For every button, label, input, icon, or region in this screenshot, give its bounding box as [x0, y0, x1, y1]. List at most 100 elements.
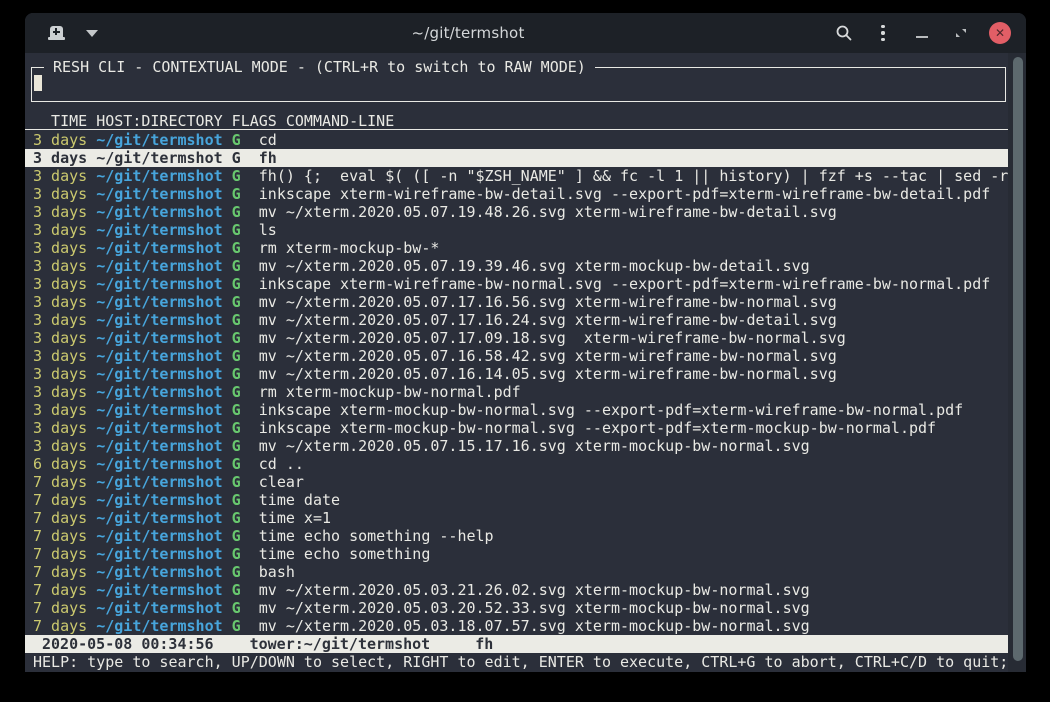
titlebar-right-controls: ✕ — [831, 20, 1026, 46]
row-time: 3 days — [33, 401, 87, 419]
row-command: cd — [241, 131, 277, 149]
row-time: 3 days — [33, 221, 87, 239]
row-flags: G — [223, 437, 241, 455]
restore-button[interactable] — [948, 20, 974, 46]
history-row[interactable]: 7 days ~/git/termshot G mv ~/xterm.2020.… — [25, 581, 1008, 599]
row-command: bash — [241, 563, 295, 581]
row-host-directory: ~/git/termshot — [87, 311, 222, 329]
row-flags: G — [223, 599, 241, 617]
close-button[interactable]: ✕ — [987, 20, 1013, 46]
row-command: inkscape xterm-wireframe-bw-detail.svg -… — [241, 185, 991, 203]
history-row[interactable]: 3 days ~/git/termshot G inkscape xterm-w… — [25, 275, 1008, 293]
row-flags: G — [223, 293, 241, 311]
row-time: 3 days — [33, 239, 87, 257]
row-time: 3 days — [33, 167, 87, 185]
row-host-directory: ~/git/termshot — [87, 527, 222, 545]
row-time: 3 days — [33, 275, 87, 293]
row-command: clear — [241, 473, 304, 491]
row-flags: G — [223, 545, 241, 563]
row-command: time echo something --help — [241, 527, 494, 545]
row-command: rm xterm-mockup-bw-normal.pdf — [241, 383, 521, 401]
history-row[interactable]: 3 days ~/git/termshot G mv ~/xterm.2020.… — [25, 329, 1008, 347]
row-flags: G — [223, 365, 241, 383]
row-time: 3 days — [33, 203, 87, 221]
history-row[interactable]: 3 days ~/git/termshot G inkscape xterm-m… — [25, 401, 1008, 419]
search-box[interactable]: RESH CLI - CONTEXTUAL MODE - (CTRL+R to … — [31, 67, 1006, 102]
history-row[interactable]: 7 days ~/git/termshot G time date — [25, 491, 1008, 509]
new-tab-button[interactable] — [43, 20, 69, 46]
row-time: 7 days — [33, 527, 87, 545]
status-query: fh — [475, 635, 493, 653]
row-host-directory: ~/git/termshot — [87, 563, 222, 581]
history-row[interactable]: 3 days ~/git/termshot G mv ~/xterm.2020.… — [25, 257, 1008, 275]
history-row[interactable]: 3 days ~/git/termshot G mv ~/xterm.2020.… — [25, 347, 1008, 365]
history-row[interactable]: 3 days ~/git/termshot G ls — [25, 221, 1008, 239]
row-host-directory: ~/git/termshot — [87, 437, 222, 455]
row-host-directory: ~/git/termshot — [87, 491, 222, 509]
row-host-directory: ~/git/termshot — [87, 149, 222, 167]
history-row[interactable]: 3 days ~/git/termshot G inkscape xterm-m… — [25, 419, 1008, 437]
history-row[interactable]: 3 days ~/git/termshot G mv ~/xterm.2020.… — [25, 365, 1008, 383]
row-flags: G — [223, 131, 241, 149]
row-flags: G — [223, 221, 241, 239]
chevron-down-icon — [86, 30, 98, 37]
history-row[interactable]: 3 days ~/git/termshot G fh — [25, 149, 1008, 167]
history-row[interactable]: 3 days ~/git/termshot G mv ~/xterm.2020.… — [25, 311, 1008, 329]
tab-dropdown-button[interactable] — [79, 20, 105, 46]
row-flags: G — [223, 203, 241, 221]
history-row[interactable]: 3 days ~/git/termshot G cd — [25, 131, 1008, 149]
row-command: mv ~/xterm.2020.05.03.21.26.02.svg xterm… — [241, 581, 810, 599]
history-row[interactable]: 7 days ~/git/termshot G time x=1 — [25, 509, 1008, 527]
history-row[interactable]: 7 days ~/git/termshot G mv ~/xterm.2020.… — [25, 617, 1008, 635]
history-row[interactable]: 7 days ~/git/termshot G time echo someth… — [25, 527, 1008, 545]
history-row[interactable]: 3 days ~/git/termshot G rm xterm-mockup-… — [25, 239, 1008, 257]
row-time: 3 days — [33, 131, 87, 149]
history-row[interactable]: 6 days ~/git/termshot G cd .. — [25, 455, 1008, 473]
history-row[interactable]: 7 days ~/git/termshot G clear — [25, 473, 1008, 491]
history-row[interactable]: 7 days ~/git/termshot G mv ~/xterm.2020.… — [25, 599, 1008, 617]
minimize-icon — [916, 36, 928, 38]
titlebar: ~/git/termshot — [25, 13, 1026, 53]
row-host-directory: ~/git/termshot — [87, 239, 222, 257]
row-time: 3 days — [33, 437, 87, 455]
scrollbar-track[interactable] — [1008, 53, 1026, 672]
row-command: mv ~/xterm.2020.05.07.19.39.46.svg xterm… — [241, 257, 810, 275]
row-flags: G — [223, 581, 241, 599]
history-row[interactable]: 3 days ~/git/termshot G mv ~/xterm.2020.… — [25, 437, 1008, 455]
menu-button[interactable] — [870, 20, 896, 46]
row-host-directory: ~/git/termshot — [87, 509, 222, 527]
history-row[interactable]: 3 days ~/git/termshot G mv ~/xterm.2020.… — [25, 203, 1008, 221]
row-command: mv ~/xterm.2020.05.07.15.17.16.svg xterm… — [241, 437, 810, 455]
history-row[interactable]: 7 days ~/git/termshot G bash — [25, 563, 1008, 581]
row-time: 7 days — [33, 509, 87, 527]
row-command: mv ~/xterm.2020.05.07.16.14.05.svg xterm… — [241, 365, 837, 383]
help-line: HELP: type to search, UP/DOWN to select,… — [25, 653, 1008, 671]
history-row[interactable]: 3 days ~/git/termshot G mv ~/xterm.2020.… — [25, 293, 1008, 311]
history-row[interactable]: 3 days ~/git/termshot G rm xterm-mockup-… — [25, 383, 1008, 401]
row-flags: G — [223, 239, 241, 257]
row-flags: G — [223, 401, 241, 419]
row-flags: G — [223, 509, 241, 527]
history-row[interactable]: 7 days ~/git/termshot G time echo someth… — [25, 545, 1008, 563]
titlebar-left-controls — [25, 20, 105, 46]
row-host-directory: ~/git/termshot — [87, 347, 222, 365]
text-cursor — [34, 75, 42, 91]
row-time: 7 days — [33, 599, 87, 617]
search-button[interactable] — [831, 20, 857, 46]
row-host-directory: ~/git/termshot — [87, 581, 222, 599]
scrollbar-thumb[interactable] — [1013, 57, 1023, 661]
history-row[interactable]: 3 days ~/git/termshot G fh() {; eval $( … — [25, 167, 1008, 185]
row-flags: G — [223, 257, 241, 275]
close-icon: ✕ — [989, 22, 1011, 44]
row-command: mv ~/xterm.2020.05.07.16.58.42.svg xterm… — [241, 347, 837, 365]
row-time: 7 days — [33, 581, 87, 599]
minimize-button[interactable] — [909, 20, 935, 46]
row-command: fh — [241, 149, 277, 167]
row-host-directory: ~/git/termshot — [87, 275, 222, 293]
row-host-directory: ~/git/termshot — [87, 383, 222, 401]
row-command: fh() {; eval $( ([ -n "$ZSH_NAME" ] && f… — [241, 167, 1008, 185]
row-command: mv ~/xterm.2020.05.07.17.16.56.svg xterm… — [241, 293, 837, 311]
row-flags: G — [223, 563, 241, 581]
history-row[interactable]: 3 days ~/git/termshot G inkscape xterm-w… — [25, 185, 1008, 203]
terminal-window: ~/git/termshot — [25, 13, 1026, 672]
